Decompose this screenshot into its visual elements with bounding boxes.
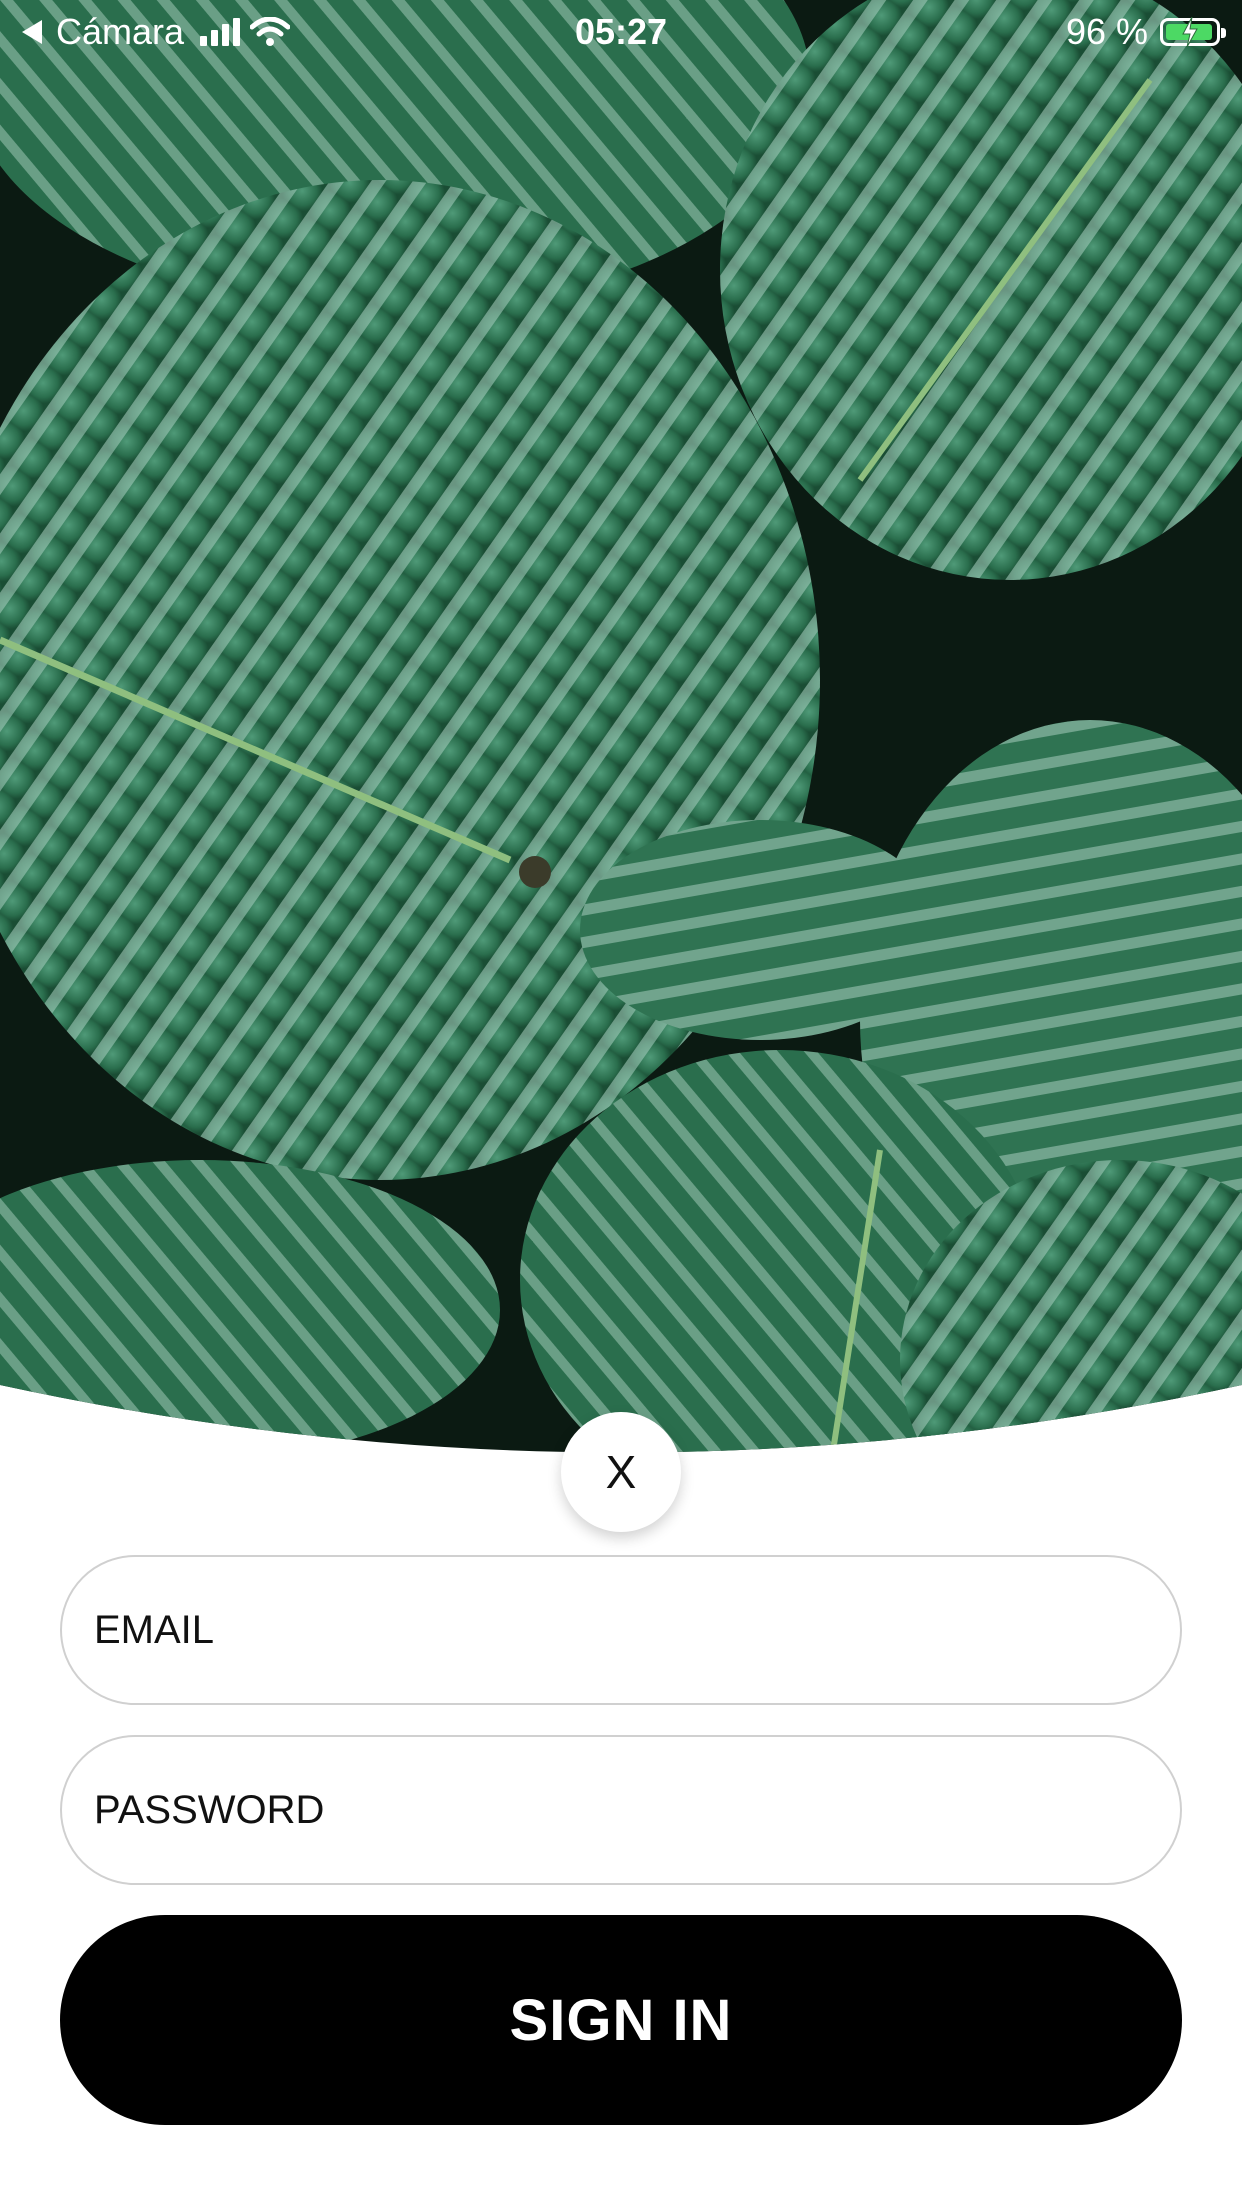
battery-cap — [1221, 28, 1226, 38]
charging-bolt-icon — [1182, 17, 1198, 47]
password-input[interactable] — [62, 1737, 1180, 1883]
email-input[interactable] — [62, 1557, 1180, 1703]
sign-in-button[interactable]: SIGN IN — [60, 1915, 1182, 2125]
hero-image: Cámara 05:27 96 % — [0, 0, 1242, 1480]
battery-icon — [1160, 17, 1226, 47]
close-button[interactable]: X — [561, 1412, 681, 1532]
status-time: 05:27 — [574, 11, 668, 52]
leaves-photo — [0, 0, 1242, 1453]
status-bar: Cámara 05:27 96 % — [0, 0, 1242, 64]
email-field-container — [60, 1555, 1182, 1705]
battery-percent: 96 % — [1065, 11, 1148, 52]
status-right: 96 % — [1065, 10, 1226, 54]
password-field-container — [60, 1735, 1182, 1885]
